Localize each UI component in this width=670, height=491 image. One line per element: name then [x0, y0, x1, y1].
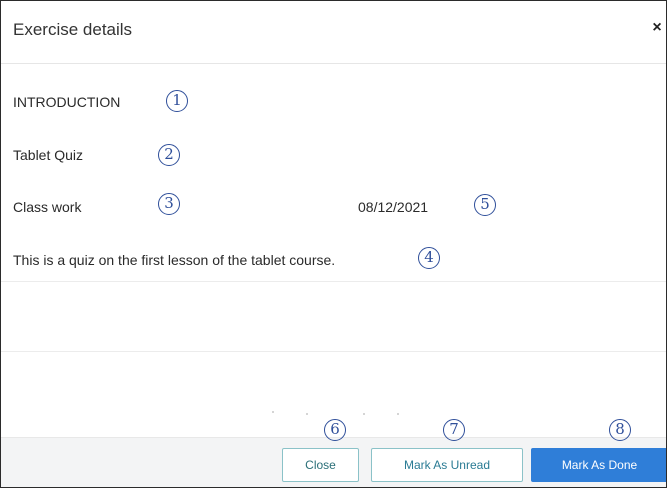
annotation-marker-7: 7	[443, 419, 465, 441]
exercise-date: 08/12/2021	[358, 199, 429, 215]
exercise-name: Tablet Quiz	[13, 147, 84, 163]
decorative-dot	[363, 413, 365, 415]
annotation-marker-2: 2	[158, 144, 180, 166]
exercise-details-dialog: Exercise details × INTRODUCTION 1 Tablet…	[0, 0, 667, 488]
decorative-dot	[306, 413, 308, 415]
exercise-category: INTRODUCTION	[13, 94, 121, 110]
mark-as-done-button[interactable]: Mark As Done	[531, 448, 666, 482]
annotation-marker-4: 4	[418, 247, 440, 269]
close-icon[interactable]: ×	[651, 20, 663, 36]
exercise-type: Class work	[13, 199, 82, 215]
annotation-marker-1: 1	[166, 90, 188, 112]
exercise-description: This is a quiz on the first lesson of th…	[13, 252, 336, 268]
dialog-title: Exercise details	[13, 20, 133, 39]
annotation-marker-3: 3	[158, 193, 180, 215]
dialog-header: Exercise details ×	[1, 1, 666, 64]
annotation-marker-6: 6	[324, 419, 346, 441]
mark-as-unread-button[interactable]: Mark As Unread	[371, 448, 523, 482]
decorative-dot	[272, 411, 274, 413]
annotation-marker-5: 5	[474, 194, 496, 216]
divider	[1, 351, 666, 352]
divider	[1, 281, 666, 282]
annotation-marker-8: 8	[609, 419, 631, 441]
close-button[interactable]: Close	[282, 448, 359, 482]
decorative-dot	[397, 413, 399, 415]
